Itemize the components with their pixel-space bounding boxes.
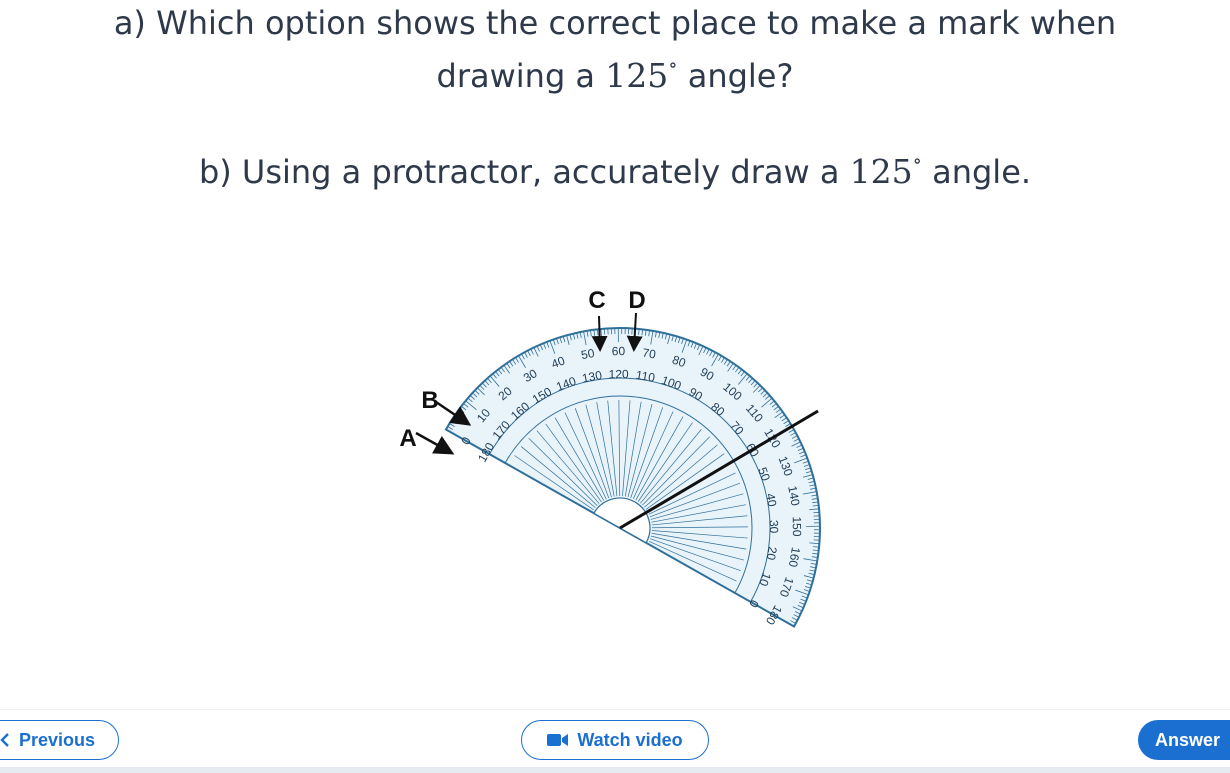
question-b-angle-value: 125 (849, 152, 913, 191)
question-b-pre: b) Using a protractor, accurately draw a (198, 153, 850, 191)
outer-tick-label-70: 70 (641, 346, 657, 362)
previous-button[interactable]: Previous (0, 720, 119, 760)
bottom-bar (0, 767, 1230, 773)
label-c: C (588, 287, 605, 314)
outer-tick-label-150: 150 (790, 516, 804, 536)
question-a-angle: 125∘ (605, 54, 678, 95)
question-b-post: angle. (921, 153, 1032, 191)
chevron-left-icon (0, 733, 9, 747)
question-a-angle-value: 125 (605, 56, 669, 95)
watch-video-button[interactable]: Watch video (521, 720, 709, 760)
arrow-a (415, 431, 455, 455)
question-a-line2-post: angle? (677, 57, 794, 95)
question-part-a: a) Which option shows the correct place … (0, 0, 1230, 99)
label-d: D (628, 287, 645, 314)
previous-label: Previous (19, 729, 96, 750)
question-b-degree-symbol: ∘ (912, 150, 922, 172)
answer-label: Answer (1155, 729, 1221, 750)
video-camera-icon (547, 734, 569, 746)
label-a: A (399, 425, 416, 452)
inner-tick-label-120: 120 (609, 367, 629, 381)
question-a-line2-pre: drawing a (436, 57, 606, 95)
protractor-figure: 0102030405060708090100110120130140150160… (399, 287, 821, 628)
question-a-line1: a) Which option shows the correct place … (113, 4, 1117, 42)
footer-divider (0, 709, 1230, 710)
inner-tick-label-30: 30 (767, 520, 781, 534)
watch-video-label: Watch video (577, 729, 683, 750)
label-b: B (421, 387, 438, 414)
outer-tick-label-60: 60 (612, 344, 626, 358)
question-b-angle: 125∘ (849, 150, 922, 191)
protractor: 0102030405060708090100110120130140150160… (444, 327, 821, 628)
answer-button[interactable]: Answer (1138, 720, 1230, 760)
arrow-c (591, 315, 608, 352)
question-a-degree-symbol: ∘ (668, 54, 678, 76)
inner-tick-label-20: 20 (764, 546, 780, 562)
question-a-line2: drawing a 125∘ angle? (0, 46, 1230, 99)
question-part-b: b) Using a protractor, accurately draw a… (0, 142, 1230, 195)
